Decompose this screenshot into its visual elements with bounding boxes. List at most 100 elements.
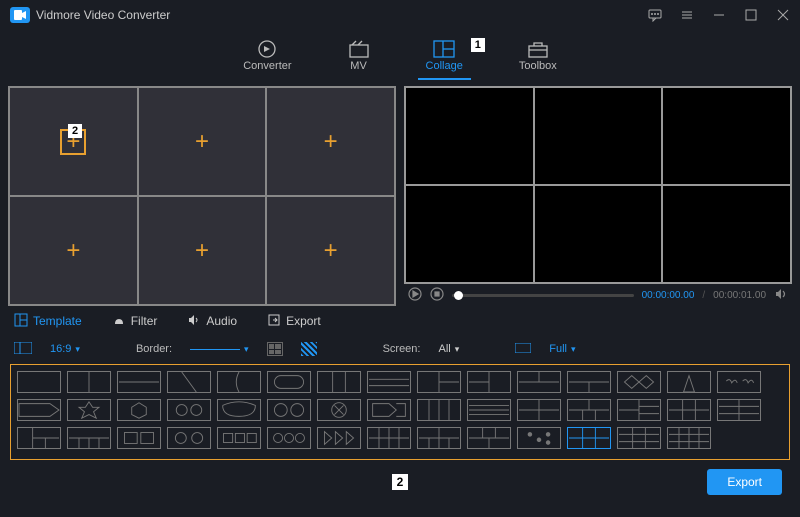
close-button[interactable] <box>776 8 790 22</box>
options-row: 16:9 Border: Screen: All Full <box>0 334 800 364</box>
template-thumb[interactable] <box>567 399 611 421</box>
collage-cell[interactable]: + <box>266 87 395 196</box>
template-thumb[interactable] <box>717 371 761 393</box>
template-thumb[interactable] <box>317 371 361 393</box>
seek-thumb[interactable] <box>454 291 463 300</box>
template-thumb[interactable] <box>517 399 561 421</box>
template-row <box>17 371 783 393</box>
template-thumb[interactable] <box>667 399 711 421</box>
tab-template[interactable]: Template <box>14 313 82 330</box>
feedback-icon[interactable] <box>648 8 662 22</box>
template-thumb[interactable] <box>617 371 661 393</box>
template-thumb[interactable] <box>167 427 211 449</box>
template-thumb[interactable] <box>517 371 561 393</box>
converter-icon <box>256 40 278 58</box>
template-thumb[interactable] <box>317 427 361 449</box>
template-thumb[interactable] <box>167 371 211 393</box>
template-thumb[interactable] <box>217 371 261 393</box>
preview-area: 00:00:00.00/00:00:01.00 <box>404 86 792 306</box>
template-thumb[interactable] <box>667 427 711 449</box>
export-icon <box>267 313 281 330</box>
collage-cell[interactable]: + 2 <box>9 87 138 196</box>
template-thumb[interactable] <box>117 427 161 449</box>
screen-value: All <box>438 343 450 355</box>
screen-dropdown[interactable]: All <box>438 343 459 355</box>
border-style-dropdown[interactable] <box>190 344 249 355</box>
template-thumb[interactable] <box>367 427 411 449</box>
stop-button[interactable] <box>430 287 444 304</box>
tab-audio[interactable]: Audio <box>187 313 237 330</box>
layout-dropdown[interactable]: Full <box>549 343 575 355</box>
template-thumb[interactable] <box>317 399 361 421</box>
template-thumb-active[interactable] <box>567 427 611 449</box>
template-thumb[interactable] <box>567 371 611 393</box>
template-thumb[interactable] <box>367 399 411 421</box>
template-thumb[interactable] <box>17 427 61 449</box>
collage-cell[interactable]: + <box>138 87 267 196</box>
callout-badge-2: 2 <box>68 124 82 138</box>
template-thumb[interactable] <box>617 427 661 449</box>
preview-cell <box>662 87 791 185</box>
template-thumb[interactable] <box>417 399 461 421</box>
collage-cell[interactable]: + <box>138 196 267 305</box>
tab-export[interactable]: Export <box>267 313 321 330</box>
template-thumb[interactable] <box>467 371 511 393</box>
menu-icon[interactable] <box>680 8 694 22</box>
border-line-icon <box>190 349 240 350</box>
nav-label: Converter <box>243 60 291 72</box>
collage-cell[interactable]: + <box>266 196 395 305</box>
nav-label: MV <box>350 60 367 72</box>
template-thumb[interactable] <box>117 371 161 393</box>
aspect-dropdown[interactable]: 16:9 <box>50 343 80 355</box>
template-thumb[interactable] <box>517 427 561 449</box>
template-thumb[interactable] <box>467 399 511 421</box>
template-thumb[interactable] <box>267 427 311 449</box>
collage-cell[interactable]: + <box>9 196 138 305</box>
tab-label: Template <box>33 314 82 328</box>
template-gallery <box>10 364 790 460</box>
audio-icon <box>187 313 201 330</box>
nav-collage[interactable]: Collage 1 <box>418 36 471 76</box>
template-thumb[interactable] <box>67 427 111 449</box>
minimize-button[interactable] <box>712 8 726 22</box>
template-thumb[interactable] <box>267 399 311 421</box>
seek-slider[interactable] <box>452 294 634 297</box>
aspect-value: 16:9 <box>50 343 71 355</box>
template-thumb[interactable] <box>617 399 661 421</box>
template-thumb[interactable] <box>17 371 61 393</box>
template-thumb[interactable] <box>267 371 311 393</box>
template-thumb[interactable] <box>117 399 161 421</box>
template-thumb[interactable] <box>417 371 461 393</box>
template-thumb[interactable] <box>167 399 211 421</box>
template-thumb[interactable] <box>417 427 461 449</box>
plus-icon: + <box>324 237 338 265</box>
color-picker-button[interactable] <box>267 342 283 356</box>
maximize-button[interactable] <box>744 8 758 22</box>
template-thumb[interactable] <box>217 399 261 421</box>
nav-mv[interactable]: MV <box>340 36 378 76</box>
layout-value: Full <box>549 343 567 355</box>
toolbox-icon <box>527 40 549 58</box>
export-button[interactable]: Export <box>707 469 782 495</box>
template-thumb[interactable] <box>717 399 761 421</box>
play-button[interactable] <box>408 287 422 304</box>
template-thumb[interactable] <box>667 371 711 393</box>
filter-icon <box>112 313 126 330</box>
tab-label: Audio <box>206 314 237 328</box>
nav-toolbox[interactable]: Toolbox <box>511 36 565 76</box>
plus-icon: + <box>66 237 80 265</box>
tab-filter[interactable]: Filter <box>112 313 158 330</box>
plus-icon: + <box>195 237 209 265</box>
template-thumb[interactable] <box>67 399 111 421</box>
preview-cell <box>534 185 663 283</box>
nav-converter[interactable]: Converter <box>235 36 299 76</box>
volume-button[interactable] <box>774 287 788 304</box>
main-content: + 2 + + + + + 00:00:00.00/00:00:01.00 <box>0 86 800 306</box>
pattern-button[interactable] <box>301 342 317 356</box>
template-thumb[interactable] <box>367 371 411 393</box>
template-thumb[interactable] <box>67 371 111 393</box>
template-thumb[interactable] <box>17 399 61 421</box>
template-thumb[interactable] <box>217 427 261 449</box>
bottom-bar: 2 Export <box>0 460 800 504</box>
template-thumb[interactable] <box>467 427 511 449</box>
